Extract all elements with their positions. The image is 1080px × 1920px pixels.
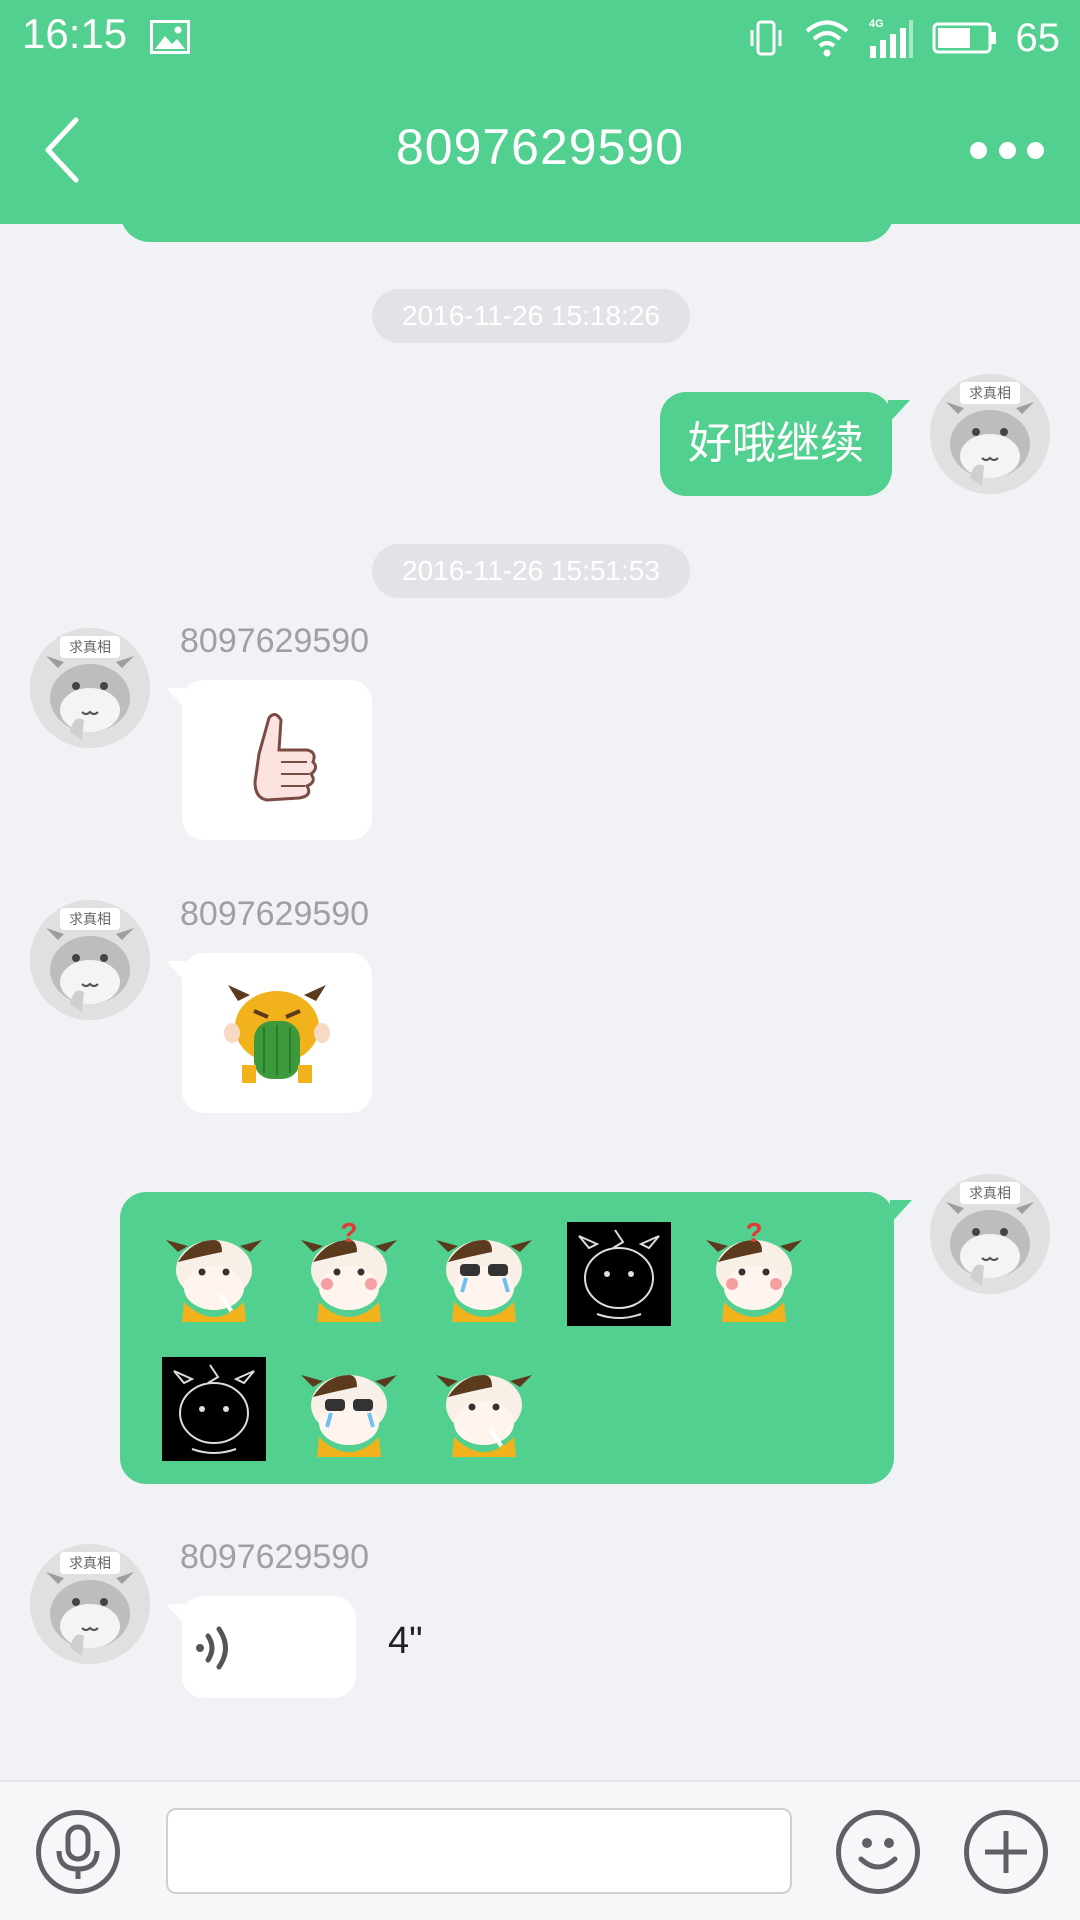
cow-crying-sunglasses-sticker[interactable] xyxy=(432,1222,536,1326)
avatar-badge: 求真相 xyxy=(69,640,111,656)
cow-crying-sunglasses-sticker[interactable] xyxy=(297,1357,401,1461)
smiley-icon xyxy=(858,1838,898,1870)
avatar[interactable]: 求真相 xyxy=(30,1544,150,1664)
svg-text:?: ? xyxy=(745,1222,762,1248)
4g-signal-icon: 4G xyxy=(869,18,913,58)
plus-button[interactable] xyxy=(964,1810,1048,1894)
status-right-cluster: 4G 65 xyxy=(746,10,1061,66)
cow-smoking-sticker[interactable] xyxy=(162,1222,266,1326)
svg-text:4G: 4G xyxy=(869,18,884,30)
cow-question-sticker[interactable]: ? xyxy=(297,1222,401,1326)
cow-smoking-sticker[interactable] xyxy=(432,1357,536,1461)
input-bar xyxy=(0,1780,1080,1920)
sender-name: 8097629590 xyxy=(180,622,370,660)
message-timestamp: 2016-11-26 15:18:26 xyxy=(372,289,690,343)
avatar[interactable]: 求真相 xyxy=(30,628,150,748)
cow-dark-sticker[interactable] xyxy=(567,1222,671,1326)
header-pull-tab xyxy=(120,200,894,242)
cow-vomit-sticker xyxy=(224,985,330,1083)
status-bar: 16:15 4G 65 xyxy=(0,0,1080,76)
avatar-badge: 求真相 xyxy=(969,386,1011,402)
microphone-icon xyxy=(56,1824,100,1879)
more-dots-icon[interactable] xyxy=(970,138,1044,162)
dot xyxy=(998,141,1016,159)
outgoing-text-bubble[interactable]: 好哦继续 xyxy=(660,392,910,496)
dot xyxy=(970,141,987,159)
emoji-button[interactable] xyxy=(836,1810,920,1894)
message-text: 好哦继续 xyxy=(688,418,864,469)
sender-name: 8097629590 xyxy=(180,895,370,933)
message-input[interactable] xyxy=(166,1808,792,1894)
microphone-button[interactable] xyxy=(36,1810,120,1894)
avatar[interactable]: 求真相 xyxy=(930,374,1050,494)
avatar-badge: 求真相 xyxy=(969,1186,1011,1202)
battery-icon xyxy=(932,22,996,54)
dot xyxy=(1027,141,1044,159)
avatar[interactable]: 求真相 xyxy=(930,1174,1050,1294)
avatar-badge: 求真相 xyxy=(69,912,111,928)
svg-text:?: ? xyxy=(340,1222,357,1248)
voice-wave-icon xyxy=(196,1626,228,1670)
status-time: 16:15 xyxy=(22,10,128,57)
cow-question-sticker[interactable]: ? xyxy=(702,1222,806,1326)
avatar[interactable]: 求真相 xyxy=(30,900,150,1020)
incoming-voice-bubble[interactable] xyxy=(166,1596,356,1698)
wifi-icon xyxy=(805,20,848,57)
avatar-badge: 求真相 xyxy=(69,1556,111,1572)
outgoing-sticker-bubble[interactable]: ?? xyxy=(120,1192,912,1484)
gallery-icon xyxy=(150,20,190,54)
cow-dark-sticker[interactable] xyxy=(162,1357,266,1461)
incoming-sticker-bubble[interactable] xyxy=(166,680,372,840)
message-timestamp: 2016-11-26 15:51:53 xyxy=(372,544,690,598)
battery-level: 65 xyxy=(1015,15,1061,60)
incoming-sticker-bubble[interactable] xyxy=(166,953,372,1113)
voice-duration: 4" xyxy=(388,1620,423,1662)
sender-name: 8097629590 xyxy=(180,1538,370,1576)
vibrate-icon xyxy=(750,20,781,56)
thumbs-up-sticker xyxy=(253,713,318,802)
chat-title: 8097629590 xyxy=(395,119,685,175)
app-header: 16:15 4G 65 8097629590 xyxy=(0,0,1080,224)
plus-icon xyxy=(985,1831,1027,1873)
